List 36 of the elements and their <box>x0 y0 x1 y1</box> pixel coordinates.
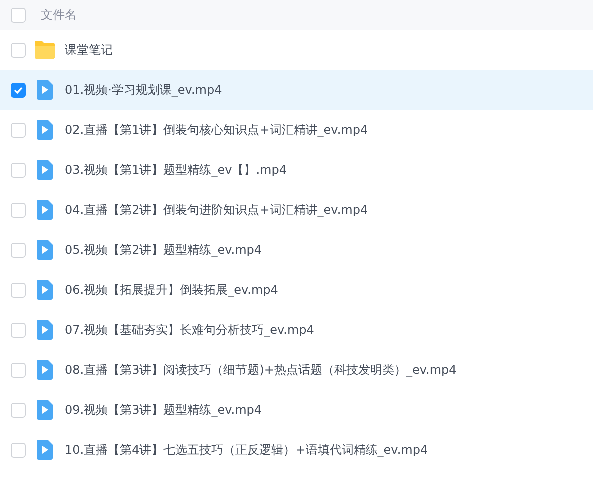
video-file-icon <box>35 440 55 460</box>
file-name[interactable]: 05.视频【第2讲】题型精练_ev.mp4 <box>65 241 262 259</box>
checkbox[interactable] <box>11 162 26 178</box>
file-name[interactable]: 课堂笔记 <box>65 41 113 59</box>
checkbox[interactable] <box>11 42 26 58</box>
file-name[interactable]: 07.视频【基础夯实】长难句分析技巧_ev.mp4 <box>65 321 314 339</box>
video-file-icon <box>35 200 55 220</box>
checkbox[interactable] <box>11 362 26 378</box>
file-name[interactable]: 01.视频·学习规划课_ev.mp4 <box>65 81 222 99</box>
checkbox[interactable] <box>11 242 26 258</box>
file-name[interactable]: 10.直播【第4讲】七选五技巧（正反逻辑）+语填代词精练_ev.mp4 <box>65 441 428 459</box>
checkbox[interactable] <box>11 322 26 338</box>
video-file-icon <box>35 280 55 300</box>
video-file-icon <box>35 320 55 340</box>
checkbox[interactable] <box>11 282 26 298</box>
file-name[interactable]: 03.视频【第1讲】题型精练_ev【】.mp4 <box>65 161 287 179</box>
video-file-icon <box>35 160 55 180</box>
file-row[interactable]: 01.视频·学习规划课_ev.mp4 <box>0 70 593 110</box>
file-name[interactable]: 09.视频【第3讲】题型精练_ev.mp4 <box>65 401 262 419</box>
video-file-icon <box>35 240 55 260</box>
folder-icon <box>35 40 55 60</box>
video-file-icon <box>35 400 55 420</box>
file-name[interactable]: 08.直播【第3讲】阅读技巧（细节题)+热点话题（科技发明类）_ev.mp4 <box>65 361 457 379</box>
checkbox[interactable] <box>11 8 26 22</box>
video-file-icon <box>35 120 55 140</box>
checkbox[interactable] <box>11 442 26 458</box>
checkbox[interactable] <box>11 122 26 138</box>
video-file-icon <box>35 360 55 380</box>
file-name[interactable]: 02.直播【第1讲】倒装句核心知识点+词汇精讲_ev.mp4 <box>65 121 368 139</box>
file-name[interactable]: 04.直播【第2讲】倒装句进阶知识点+词汇精讲_ev.mp4 <box>65 201 368 219</box>
video-file-icon <box>35 80 55 100</box>
checkbox[interactable] <box>11 202 26 218</box>
checkbox[interactable] <box>11 402 26 418</box>
checkbox[interactable] <box>11 82 26 98</box>
file-name[interactable]: 06.视频【拓展提升】倒装拓展_ev.mp4 <box>65 281 278 299</box>
check-icon <box>13 84 24 96</box>
